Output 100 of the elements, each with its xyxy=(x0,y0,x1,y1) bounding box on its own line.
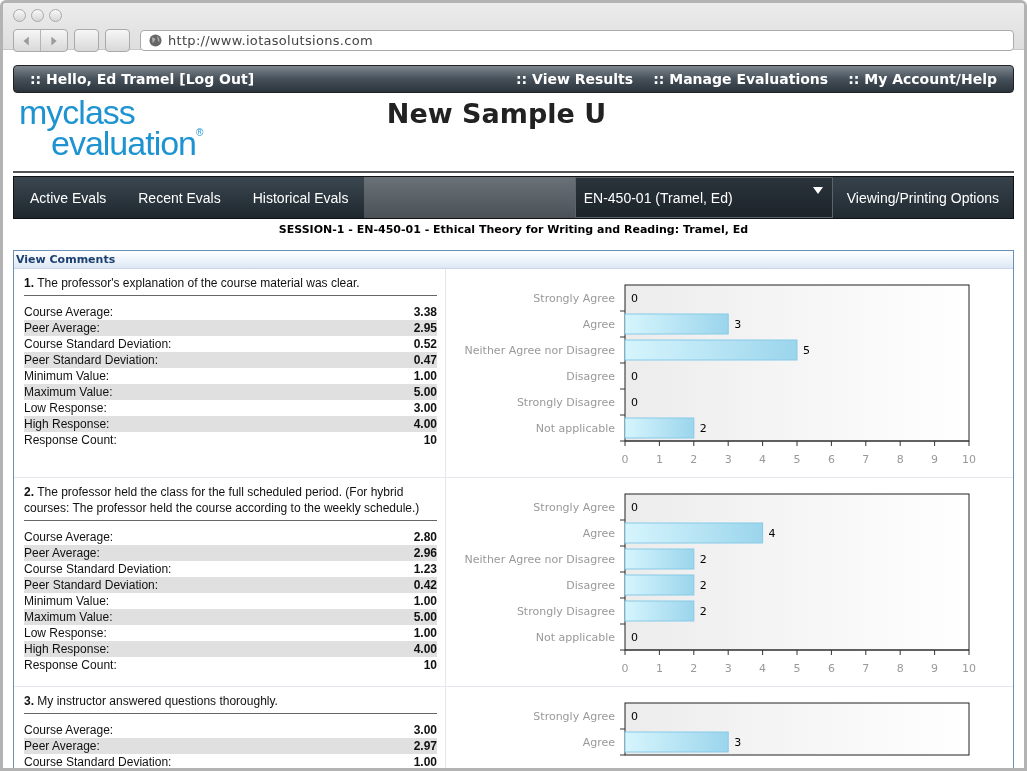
tick-label: 8 xyxy=(896,453,904,466)
tick-label: 0 xyxy=(621,662,629,675)
globe-icon xyxy=(149,34,162,47)
greeting-link[interactable]: :: Hello, Ed Tramel [Log Out] xyxy=(30,71,516,87)
toolbar-button[interactable] xyxy=(105,29,130,52)
stat-value: 2.80 xyxy=(413,530,437,544)
stat-value: 0.52 xyxy=(413,337,437,351)
tick-label: 9 xyxy=(931,453,939,466)
session-title: SESSION-1 - EN-450-01 - Ethical Theory for Writing and Reading: Tramel, Ed xyxy=(277,222,750,238)
stat-label: Course Average: xyxy=(24,305,114,319)
stat-label: Peer Average: xyxy=(24,546,100,560)
axis-label: Not applicable xyxy=(535,422,615,435)
window-button[interactable] xyxy=(31,8,44,22)
stat-value: 1.00 xyxy=(413,594,437,608)
nav-tab[interactable]: Active Evals xyxy=(14,177,123,218)
stat-label: High Response: xyxy=(24,642,110,656)
nav-link[interactable]: :: View Results xyxy=(516,71,634,87)
bar xyxy=(624,574,695,596)
address-field[interactable]: http://www.iotasolutsions.com xyxy=(140,30,1014,51)
window-button[interactable] xyxy=(13,8,26,22)
data-label: 0 xyxy=(631,501,638,514)
data-label: 2 xyxy=(699,553,707,566)
question-text: 3. My instructor answered questions thoroughly. xyxy=(24,693,437,714)
stat-value: 2.97 xyxy=(413,739,437,753)
stat-value: 2.96 xyxy=(413,546,437,560)
stat-value: 0.47 xyxy=(413,353,437,367)
tick-label: 6 xyxy=(827,662,835,675)
nav-link[interactable]: :: My Account/Help xyxy=(848,71,997,87)
axis-label: Disagree xyxy=(566,370,615,383)
axis-label: Strongly Agree xyxy=(533,501,615,514)
data-label: 2 xyxy=(699,605,707,618)
data-label: 4 xyxy=(768,527,776,540)
stat-value: 0.42 xyxy=(413,578,437,592)
tick-label: 2 xyxy=(690,453,698,466)
tick-label: 4 xyxy=(759,453,767,466)
tick-label: 7 xyxy=(862,662,870,675)
bar xyxy=(624,548,695,570)
tick-label: 8 xyxy=(896,662,904,675)
tick-label: 0 xyxy=(621,453,629,466)
stat-value: 10 xyxy=(423,658,437,672)
axis-label: Neither Agree nor Disagree xyxy=(464,553,615,566)
axis-label: Strongly Disagree xyxy=(516,605,615,618)
toolbar-button[interactable] xyxy=(74,29,99,52)
page-title: New Sample U xyxy=(385,97,608,129)
axis-label: Disagree xyxy=(566,579,615,592)
view-comments-link[interactable]: View Comments xyxy=(14,251,1013,269)
stat-label: Response Count: xyxy=(24,658,117,672)
data-label: 3 xyxy=(734,736,742,749)
tick-label: 10 xyxy=(962,662,976,675)
bar xyxy=(624,600,695,622)
stat-value: 1.00 xyxy=(413,755,437,768)
axis-label: Agree xyxy=(582,736,615,749)
stat-label: Response Count: xyxy=(24,433,117,447)
tick-label: 4 xyxy=(759,662,767,675)
tick-label: 3 xyxy=(724,453,732,466)
stat-label: Course Average: xyxy=(24,723,114,737)
axis-label: Neither Agree nor Disagree xyxy=(464,344,615,357)
stat-value: 2.95 xyxy=(413,321,437,335)
tick-label: 2 xyxy=(690,662,698,675)
nav-tab[interactable]: Historical Evals xyxy=(236,177,365,218)
data-label: 0 xyxy=(631,370,638,383)
axis-label: Strongly Disagree xyxy=(516,396,615,409)
tick-label: 7 xyxy=(862,453,870,466)
stat-label: Peer Standard Deviation: xyxy=(24,353,159,367)
window-button[interactable] xyxy=(49,8,62,22)
stat-label: High Response: xyxy=(24,417,110,431)
axis-label: Strongly Agree xyxy=(533,292,615,305)
axis-label: Agree xyxy=(582,318,615,331)
stat-value: 1.00 xyxy=(413,369,437,383)
course-dropdown[interactable]: EN-450-01 (Tramel, Ed) xyxy=(574,177,833,218)
stat-value: 5.00 xyxy=(413,610,437,624)
data-label: 0 xyxy=(631,631,638,644)
tick-label: 1 xyxy=(655,662,663,675)
stat-label: Minimum Value: xyxy=(24,369,110,383)
tick-label: 1 xyxy=(655,453,663,466)
stat-value: 1.23 xyxy=(413,562,437,576)
nav-link[interactable]: :: Manage Evaluations xyxy=(653,71,829,87)
stat-value: 3.38 xyxy=(413,305,437,319)
tick-label: 5 xyxy=(793,662,801,675)
stat-label: Course Standard Deviation: xyxy=(24,755,172,768)
stat-label: Course Standard Deviation: xyxy=(24,337,172,351)
stat-label: Low Response: xyxy=(24,626,107,640)
data-label: 2 xyxy=(699,422,707,435)
question-text: 1. The professor's explanation of the course material was clear. xyxy=(24,275,437,296)
stat-label: Course Standard Deviation: xyxy=(24,562,172,576)
question-text: 2. The professor held the class for the full scheduled period. (For hybrid courses: The professor held the course according to the weekly schedule.) xyxy=(24,484,437,521)
axis-label: Not applicable xyxy=(535,631,615,644)
stat-value: 4.00 xyxy=(413,417,437,431)
tick-label: 6 xyxy=(827,453,835,466)
nav-tab[interactable]: Recent Evals xyxy=(122,177,237,218)
data-label: 3 xyxy=(734,318,742,331)
tick-label: 10 xyxy=(962,453,976,466)
data-label: 0 xyxy=(631,396,638,409)
axis-label: Strongly Agree xyxy=(533,710,615,723)
stat-value: 10 xyxy=(423,433,437,447)
stat-label: Minimum Value: xyxy=(24,594,110,608)
data-label: 0 xyxy=(631,710,638,723)
stat-value: 3.00 xyxy=(413,401,437,415)
bar xyxy=(624,417,695,439)
stat-value: 4.00 xyxy=(413,642,437,656)
